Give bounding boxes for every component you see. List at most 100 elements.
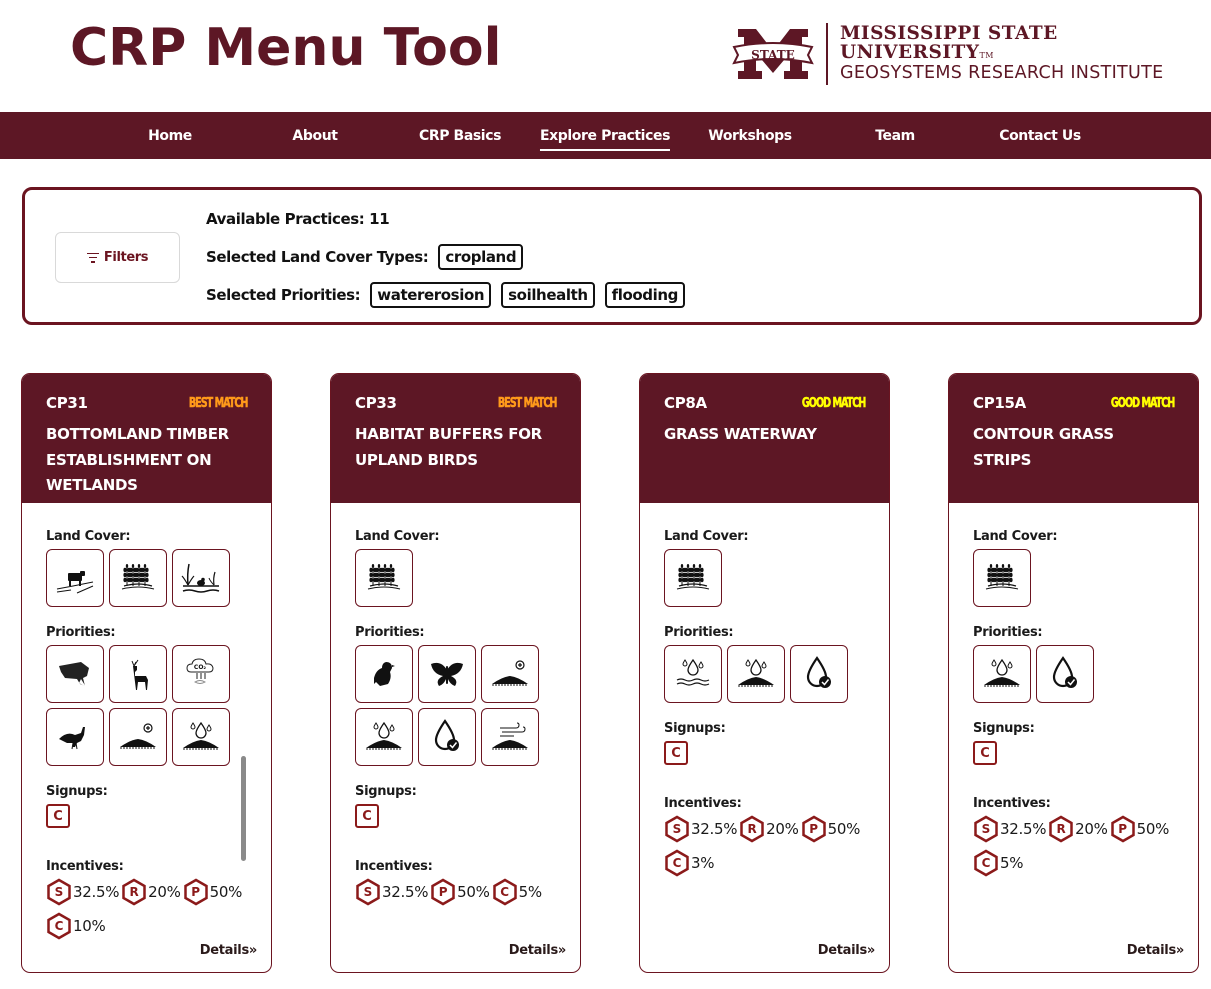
nav-workshops[interactable]: Workshops xyxy=(708,112,792,159)
filters-button[interactable]: Filters xyxy=(55,232,180,283)
nav-home[interactable]: Home xyxy=(148,112,192,159)
turkey-icon[interactable] xyxy=(46,708,104,766)
incentive-letter: P xyxy=(438,885,448,899)
filter-icon xyxy=(86,252,99,263)
trademark: TM xyxy=(979,50,994,60)
incentive-item: P 50% xyxy=(183,878,242,906)
deer-icon[interactable] xyxy=(109,645,167,703)
priority-icons xyxy=(973,645,1173,703)
details-link[interactable]: Details» xyxy=(199,943,258,958)
incentive-value: 20% xyxy=(1075,820,1108,838)
fish-icon[interactable] xyxy=(46,645,104,703)
nav-explore-practices[interactable]: Explore Practices xyxy=(539,112,670,159)
priority-icons xyxy=(355,645,555,766)
land-cover-icons xyxy=(664,549,864,607)
water-erosion-soil-icon[interactable] xyxy=(355,708,413,766)
livestock-pasture-icon[interactable] xyxy=(46,549,104,607)
card-scrollbar[interactable] xyxy=(241,756,246,861)
incentive-value: 32.5% xyxy=(691,820,738,838)
incentive-item: S 32.5% xyxy=(355,878,428,906)
water-erosion-soil-icon[interactable] xyxy=(172,708,230,766)
nav-crp-basics[interactable]: CRP Basics xyxy=(419,112,501,159)
selected-priorities: Selected Priorities: watererosion soilhe… xyxy=(206,282,685,308)
incentive-letter: P xyxy=(809,822,818,836)
filter-summary: Filters Available Practices: 11 Selected… xyxy=(22,187,1202,325)
incentive-letter: R xyxy=(129,885,139,899)
incentives-label: Incentives: xyxy=(664,796,742,811)
incentives-label: Incentives: xyxy=(973,796,1051,811)
details-label: Details xyxy=(508,943,558,958)
incentive-value: 50% xyxy=(457,883,490,901)
butterfly-icon[interactable] xyxy=(418,645,476,703)
signups-label: Signups: xyxy=(46,784,108,799)
practice-card[interactable]: CP31 BEST MATCH BOTTOMLAND TIMBER ESTABLIS… xyxy=(21,373,272,973)
practice-card[interactable]: CP33 BEST MATCH HABITAT BUFFERS FOR UPLAND… xyxy=(330,373,581,973)
main-nav: Home About CRP Basics Explore Practices … xyxy=(0,112,1211,159)
practice-name: GRASS WATERWAY xyxy=(664,425,817,443)
incentives-list: S 32.5% R 20% P 50% C 3% xyxy=(664,815,874,877)
incentives-list: S 32.5% P 50% C 5% xyxy=(355,878,565,906)
incentive-hex-icon: S xyxy=(973,815,999,843)
incentive-hex-icon: R xyxy=(121,878,147,906)
incentive-letter: C xyxy=(54,919,64,933)
water-quality-icon[interactable] xyxy=(790,645,848,703)
quail-icon[interactable] xyxy=(355,645,413,703)
incentive-hex-icon: C xyxy=(973,849,999,877)
land-cover-chip: cropland xyxy=(438,244,524,270)
incentive-letter: C xyxy=(500,885,510,899)
incentive-hex-icon: P xyxy=(1110,815,1136,843)
incentive-hex-icon: S xyxy=(664,815,690,843)
incentive-letter: C xyxy=(672,856,682,870)
priority-chip: flooding xyxy=(604,282,685,308)
water-quality-icon[interactable] xyxy=(1036,645,1094,703)
practice-card[interactable]: CP15A GOOD MATCH CONTOUR GRASS STRIPS Land … xyxy=(948,373,1199,973)
incentive-letter: R xyxy=(747,822,757,836)
filters-button-label: Filters xyxy=(103,250,149,265)
incentive-value: 10% xyxy=(73,917,106,935)
water-erosion-soil-icon[interactable] xyxy=(727,645,785,703)
incentive-value: 50% xyxy=(1136,820,1170,838)
incentive-value: 50% xyxy=(827,820,861,838)
signups-label: Signups: xyxy=(973,721,1035,736)
priorities-label: Priorities: xyxy=(973,625,1043,640)
water-erosion-soil-icon[interactable] xyxy=(973,645,1031,703)
details-link[interactable]: Details» xyxy=(1126,943,1185,958)
incentive-value: 5% xyxy=(518,883,543,901)
priorities-label: Priorities: xyxy=(664,625,734,640)
card-header: CP31 BEST MATCH BOTTOMLAND TIMBER ESTABLIS… xyxy=(22,374,271,503)
soil-health-icon[interactable] xyxy=(109,708,167,766)
priority-chip: soilhealth xyxy=(501,282,595,308)
nav-team[interactable]: Team xyxy=(875,112,915,159)
carbon-sequestration-icon[interactable]: CO₂ xyxy=(172,645,230,703)
cropland-wheat-icon[interactable] xyxy=(664,549,722,607)
soil-health-icon[interactable] xyxy=(481,645,539,703)
incentive-value: 50% xyxy=(209,883,243,901)
signup-continuous-badge: C xyxy=(46,804,70,828)
wetland-frog-icon[interactable] xyxy=(172,549,230,607)
incentive-letter: S xyxy=(981,822,991,836)
card-header: CP15A GOOD MATCH CONTOUR GRASS STRIPS xyxy=(949,374,1198,503)
incentive-hex-icon: C xyxy=(664,849,690,877)
details-link[interactable]: Details» xyxy=(818,943,876,958)
incentive-hex-icon: S xyxy=(355,878,381,906)
flooding-icon[interactable] xyxy=(664,645,722,703)
details-label: Details xyxy=(1126,943,1176,958)
available-practices-text: Available Practices: 11 xyxy=(206,210,390,228)
practice-card[interactable]: CP8A GOOD MATCH GRASS WATERWAY Land Cover: P… xyxy=(639,373,890,973)
incentive-hex-icon: R xyxy=(1048,815,1074,843)
card-body: Land Cover: Priorities: CO₂ Signups: C Incent… xyxy=(22,503,271,940)
cropland-wheat-icon[interactable] xyxy=(973,549,1031,607)
cropland-wheat-icon[interactable] xyxy=(355,549,413,607)
nav-contact-us[interactable]: Contact Us xyxy=(999,112,1081,159)
land-cover-icons xyxy=(355,549,555,607)
msu-gri-logo[interactable]: STATE MISSISSIPPI STATE UNIVERSITYTM GEO… xyxy=(732,22,1211,86)
practice-name: HABITAT BUFFERS FOR UPLAND BIRDS xyxy=(355,425,542,469)
details-label: Details xyxy=(199,943,249,958)
water-quality-icon[interactable] xyxy=(418,708,476,766)
double-chevron-right-icon: » xyxy=(248,943,257,958)
details-link[interactable]: Details» xyxy=(508,943,567,958)
nav-about[interactable]: About xyxy=(292,112,338,159)
incentive-item: R 20% xyxy=(739,815,799,843)
cropland-wheat-icon[interactable] xyxy=(109,549,167,607)
wind-erosion-icon[interactable] xyxy=(481,708,539,766)
